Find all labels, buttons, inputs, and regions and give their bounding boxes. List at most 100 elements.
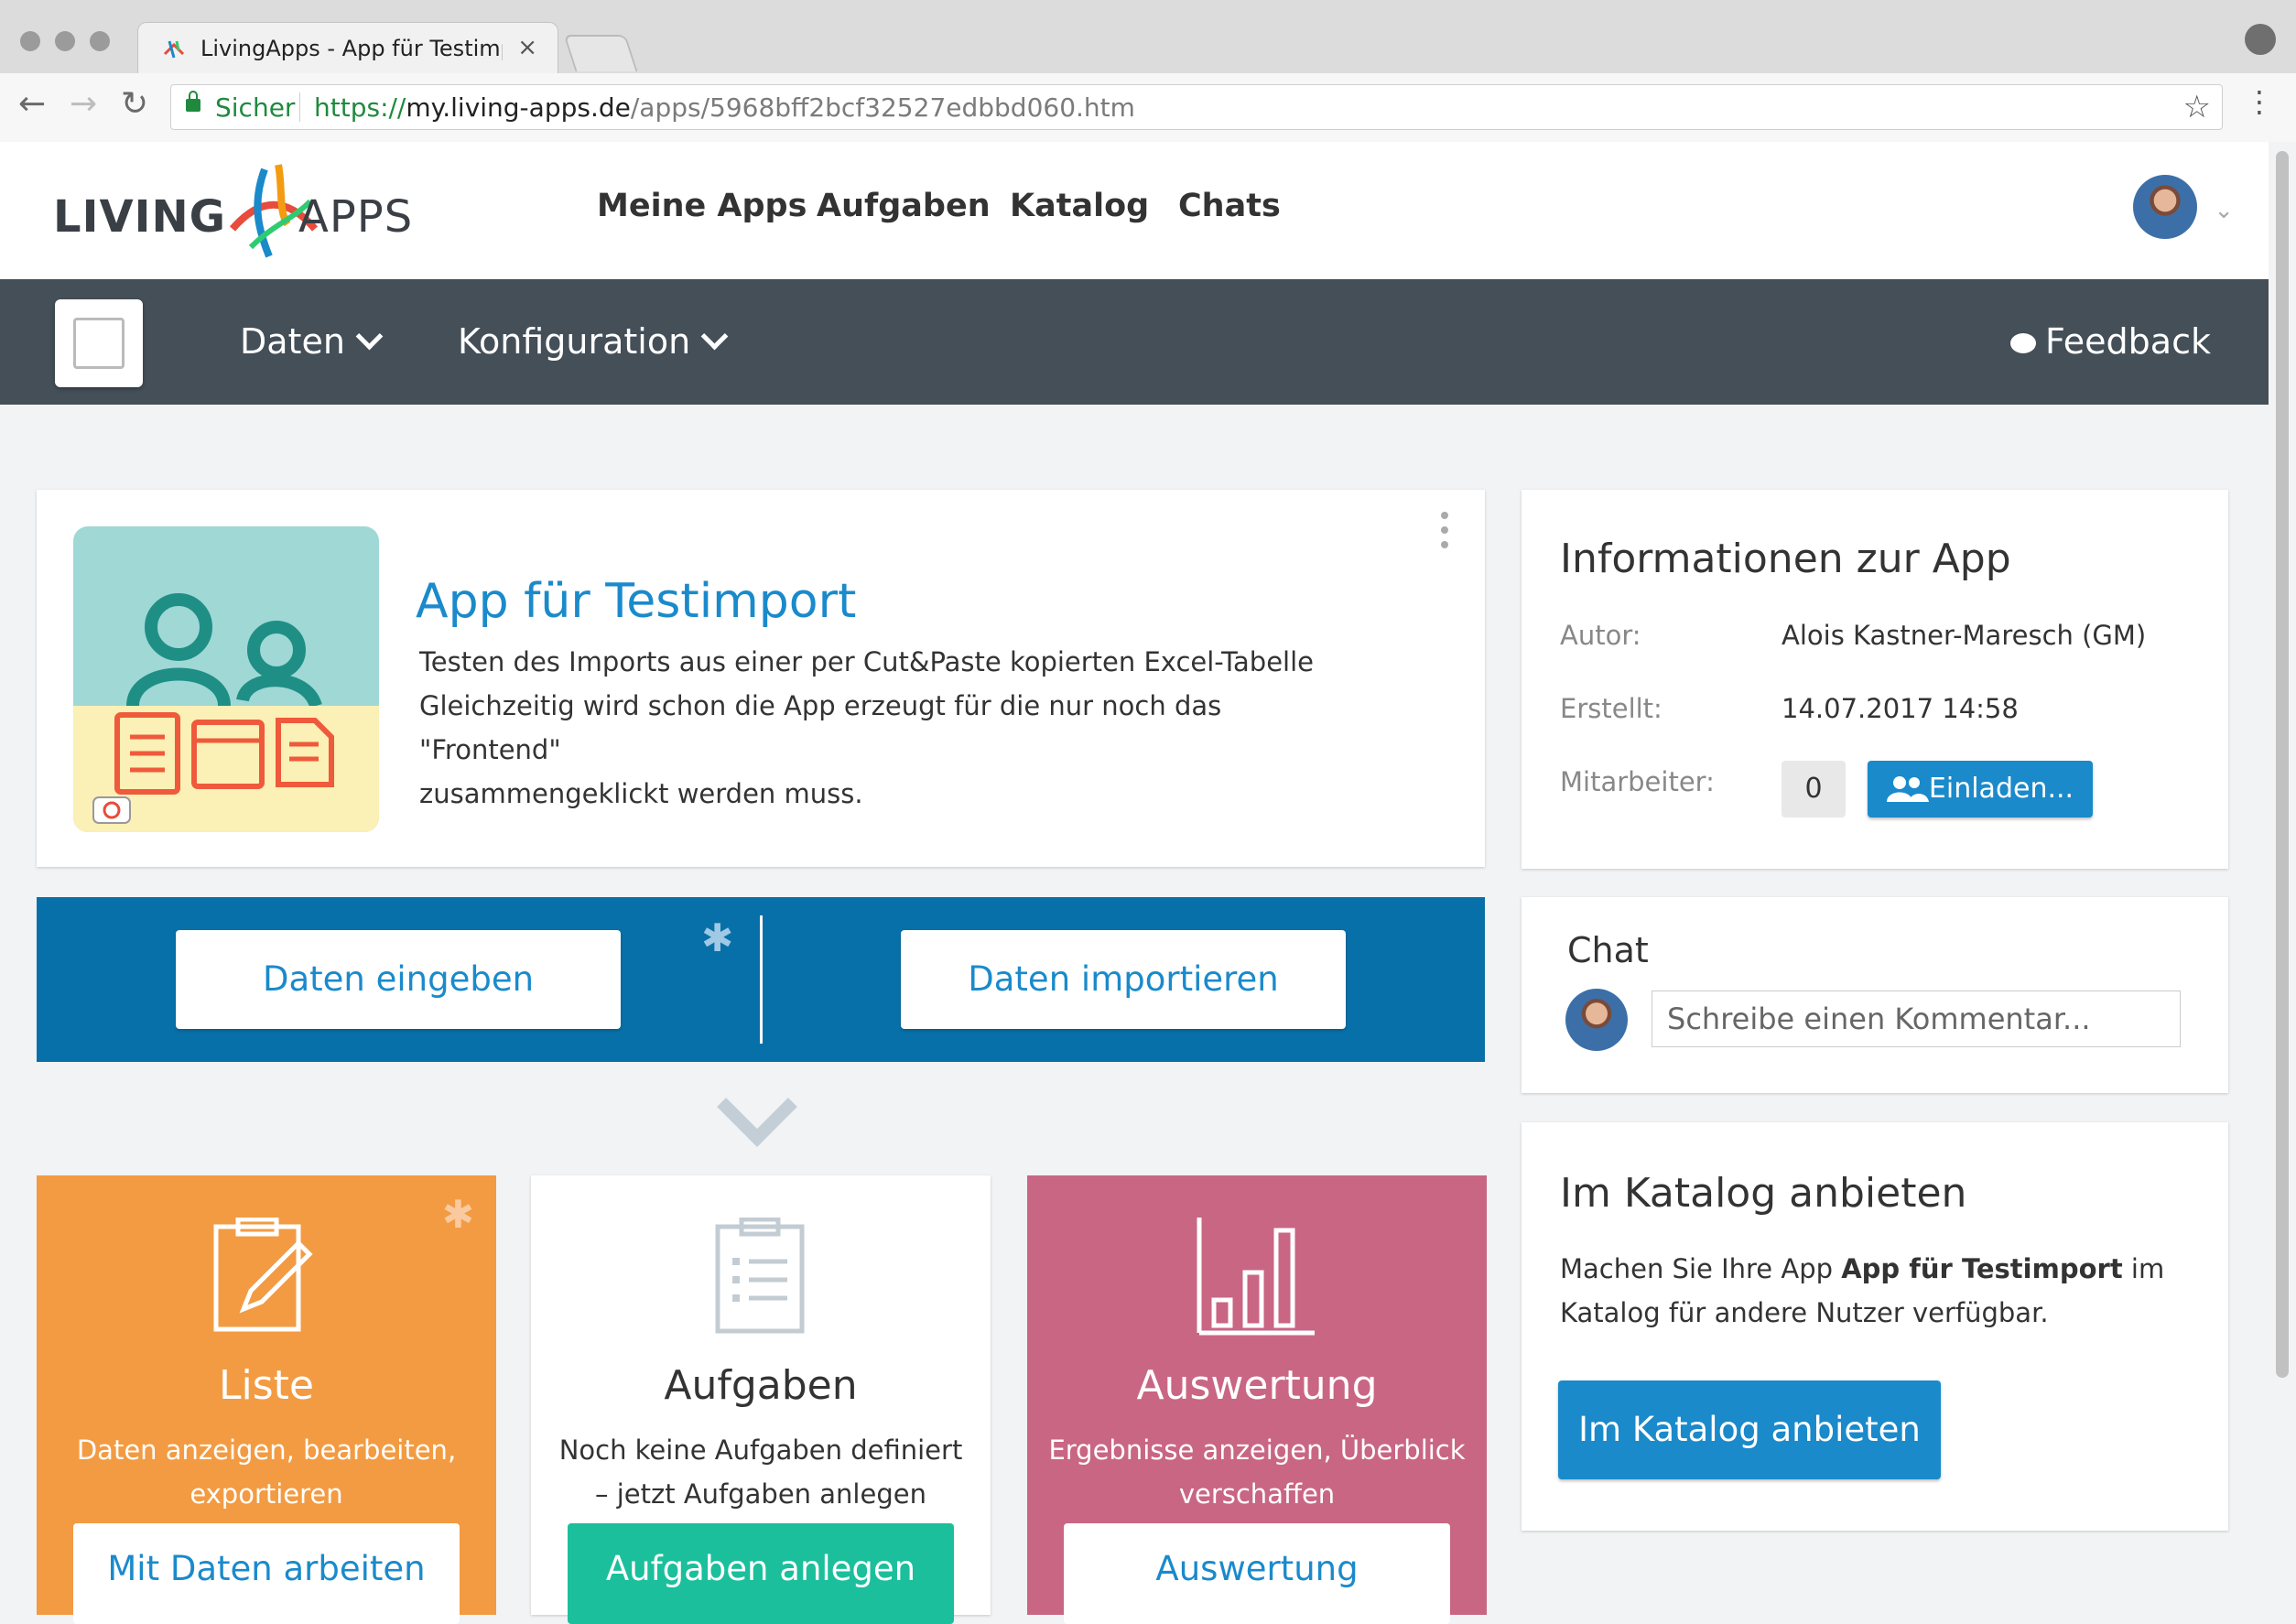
documents-icon (92, 712, 334, 824)
page-scrollbar[interactable] (2269, 142, 2296, 1601)
browser-profile-icon[interactable] (2245, 24, 2276, 55)
window-minimize-button[interactable] (55, 31, 75, 51)
url-text[interactable]: https://my.living-apps.de/apps/5968bff2b… (314, 92, 1135, 123)
url-separator (299, 92, 300, 122)
im-katalog-anbieten-button[interactable]: Im Katalog anbieten (1558, 1380, 1941, 1479)
mit-daten-arbeiten-button[interactable]: Mit Daten arbeiten (73, 1523, 460, 1624)
forward-arrow-icon[interactable]: → (70, 84, 97, 125)
reload-icon[interactable]: ↻ (121, 84, 148, 125)
daten-importieren-button[interactable]: Daten importieren (901, 930, 1346, 1029)
author-value: Alois Kastner-Maresch (GM) (1782, 620, 2147, 651)
subnav-daten[interactable]: Daten (240, 321, 384, 362)
logo-text-living: LIVING (53, 191, 227, 243)
app-icon[interactable] (55, 299, 143, 387)
chat-title: Chat (1567, 930, 1649, 970)
secure-label: Sicher (215, 92, 296, 123)
flow-chevron-down-icon (717, 1066, 797, 1147)
catalog-card: Im Katalog anbieten Machen Sie Ihre App … (1522, 1122, 2228, 1531)
nav-chats[interactable]: Chats (1178, 188, 1281, 224)
catalog-desc-part: Machen Sie Ihre App (1560, 1253, 1842, 1284)
livingapps-favicon-icon (163, 40, 185, 59)
scroll-thumb[interactable] (2276, 151, 2289, 1378)
app-header: LIVING APPS Meine Apps Aufgaben Katalog … (0, 142, 2269, 279)
chat-comment-input[interactable] (1652, 991, 2181, 1047)
app-description-line: Testen des Imports aus einer per Cut&Pas… (419, 646, 1314, 677)
action-divider (760, 915, 763, 1044)
feedback-label: Feedback (2045, 321, 2211, 362)
browser-chrome: LivingApps - App für Testimport × ← → ↻ … (0, 0, 2296, 143)
app-description-line: Gleichzeitig wird schon die App erzeugt … (419, 690, 1222, 765)
window-close-button[interactable] (20, 31, 40, 51)
app-title[interactable]: App für Testimport (416, 574, 856, 629)
catalog-title: Im Katalog anbieten (1560, 1170, 1967, 1217)
subnav-konfiguration[interactable]: Konfiguration (458, 321, 729, 362)
back-arrow-icon[interactable]: ← (18, 84, 46, 125)
add-users-icon (1886, 776, 1929, 802)
user-avatar[interactable] (2133, 175, 2197, 239)
subnav-konfiguration-label: Konfiguration (458, 321, 691, 362)
app-overview-card: App für Testimport Testen des Imports au… (37, 490, 1485, 867)
data-action-bar: Daten eingeben ✱ Daten importieren (37, 897, 1485, 1062)
app-thumbnail (73, 526, 379, 832)
feedback-button[interactable]: Feedback (2010, 321, 2211, 362)
aufgaben-anlegen-button[interactable]: Aufgaben anlegen (568, 1523, 954, 1624)
browser-menu-icon[interactable]: ⋮ (2245, 84, 2274, 119)
collaborators-label: Mitarbeiter: (1560, 766, 1715, 797)
new-tab-button[interactable] (563, 35, 638, 71)
bookmark-star-icon[interactable]: ☆ (2183, 89, 2211, 125)
tile-aufgaben: Aufgaben Noch keine Aufgaben definiert –… (531, 1175, 991, 1624)
tab-close-icon[interactable]: × (517, 34, 537, 61)
einladen-button[interactable]: Einladen... (1868, 761, 2093, 817)
logo-text-apps: APPS (298, 191, 414, 243)
daten-eingeben-button[interactable]: Daten eingeben (176, 930, 621, 1029)
app-description: Testen des Imports aus einer per Cut&Pas… (419, 640, 1371, 816)
tile-auswertung-desc: Ergebnisse anzeigen, Überblick verschaff… (1048, 1435, 1466, 1510)
chevron-down-icon (700, 322, 729, 351)
bar-chart-icon (1197, 1218, 1315, 1336)
author-label: Autor: (1560, 620, 1641, 651)
collaborators-count: 0 (1782, 761, 1846, 817)
created-value: 14.07.2017 14:58 (1782, 693, 2019, 724)
catalog-desc-app: App für Testimport (1841, 1253, 2123, 1284)
clipboard-edit-icon (213, 1218, 313, 1332)
auswertung-button[interactable]: Auswertung (1064, 1523, 1450, 1624)
catalog-description: Machen Sie Ihre App App für Testimport i… (1560, 1247, 2201, 1335)
gear-icon[interactable]: ✱ (701, 919, 733, 958)
info-title: Informationen zur App (1560, 536, 2011, 582)
subnav-daten-label: Daten (240, 321, 345, 362)
tile-aufgaben-desc: Noch keine Aufgaben definiert – jetzt Au… (558, 1435, 963, 1510)
user-menu-chevron-icon[interactable]: ⌄ (2214, 197, 2234, 224)
chat-user-avatar (1565, 989, 1628, 1051)
nav-meine-apps[interactable]: Meine Apps (597, 188, 807, 224)
window-maximize-button[interactable] (90, 31, 110, 51)
task-list-icon (715, 1218, 805, 1334)
chat-card: Chat (1522, 897, 2228, 1093)
address-bar[interactable]: Sicher https://my.living-apps.de/apps/59… (170, 84, 2223, 130)
app-options-kebab-icon[interactable] (1441, 512, 1448, 556)
tab-bar: LivingApps - App für Testimport × (0, 0, 2296, 74)
nav-katalog[interactable]: Katalog (1010, 188, 1149, 224)
app-info-card: Informationen zur App Autor: Alois Kastn… (1522, 490, 2228, 869)
tile-aufgaben-title: Aufgaben (664, 1362, 858, 1409)
einladen-label: Einladen... (1928, 773, 2074, 805)
app-subnav: Daten Konfiguration Feedback (0, 279, 2269, 405)
speech-bubble-icon (2010, 333, 2036, 353)
chevron-down-icon (355, 322, 384, 351)
gear-icon[interactable]: ✱ (442, 1196, 474, 1234)
nav-aufgaben[interactable]: Aufgaben (817, 188, 991, 224)
lock-icon (186, 91, 200, 112)
url-scheme: https:// (314, 92, 406, 123)
livingapps-logo[interactable]: LIVING APPS (53, 160, 438, 261)
tile-liste: ✱ Liste Daten anzeigen, bearbeiten, expo… (37, 1175, 496, 1624)
browser-toolbar: ← → ↻ Sicher https://my.living-apps.de/a… (0, 73, 2296, 143)
tile-liste-title: Liste (219, 1362, 314, 1409)
tile-auswertung: Auswertung Ergebnisse anzeigen, Überblic… (1027, 1175, 1487, 1624)
tab-title: LivingApps - App für Testimport (200, 36, 503, 61)
url-host: my.living-apps.de (406, 92, 631, 123)
app-description-line: zusammengeklickt werden muss. (419, 778, 863, 809)
tile-liste-desc: Daten anzeigen, bearbeiten, exportieren (76, 1435, 457, 1510)
created-label: Erstellt: (1560, 693, 1662, 724)
tile-auswertung-title: Auswertung (1136, 1362, 1378, 1409)
browser-tab[interactable]: LivingApps - App für Testimport × (137, 22, 558, 74)
url-path: /apps/5968bff2bcf32527edbbd060.htm (630, 92, 1135, 123)
